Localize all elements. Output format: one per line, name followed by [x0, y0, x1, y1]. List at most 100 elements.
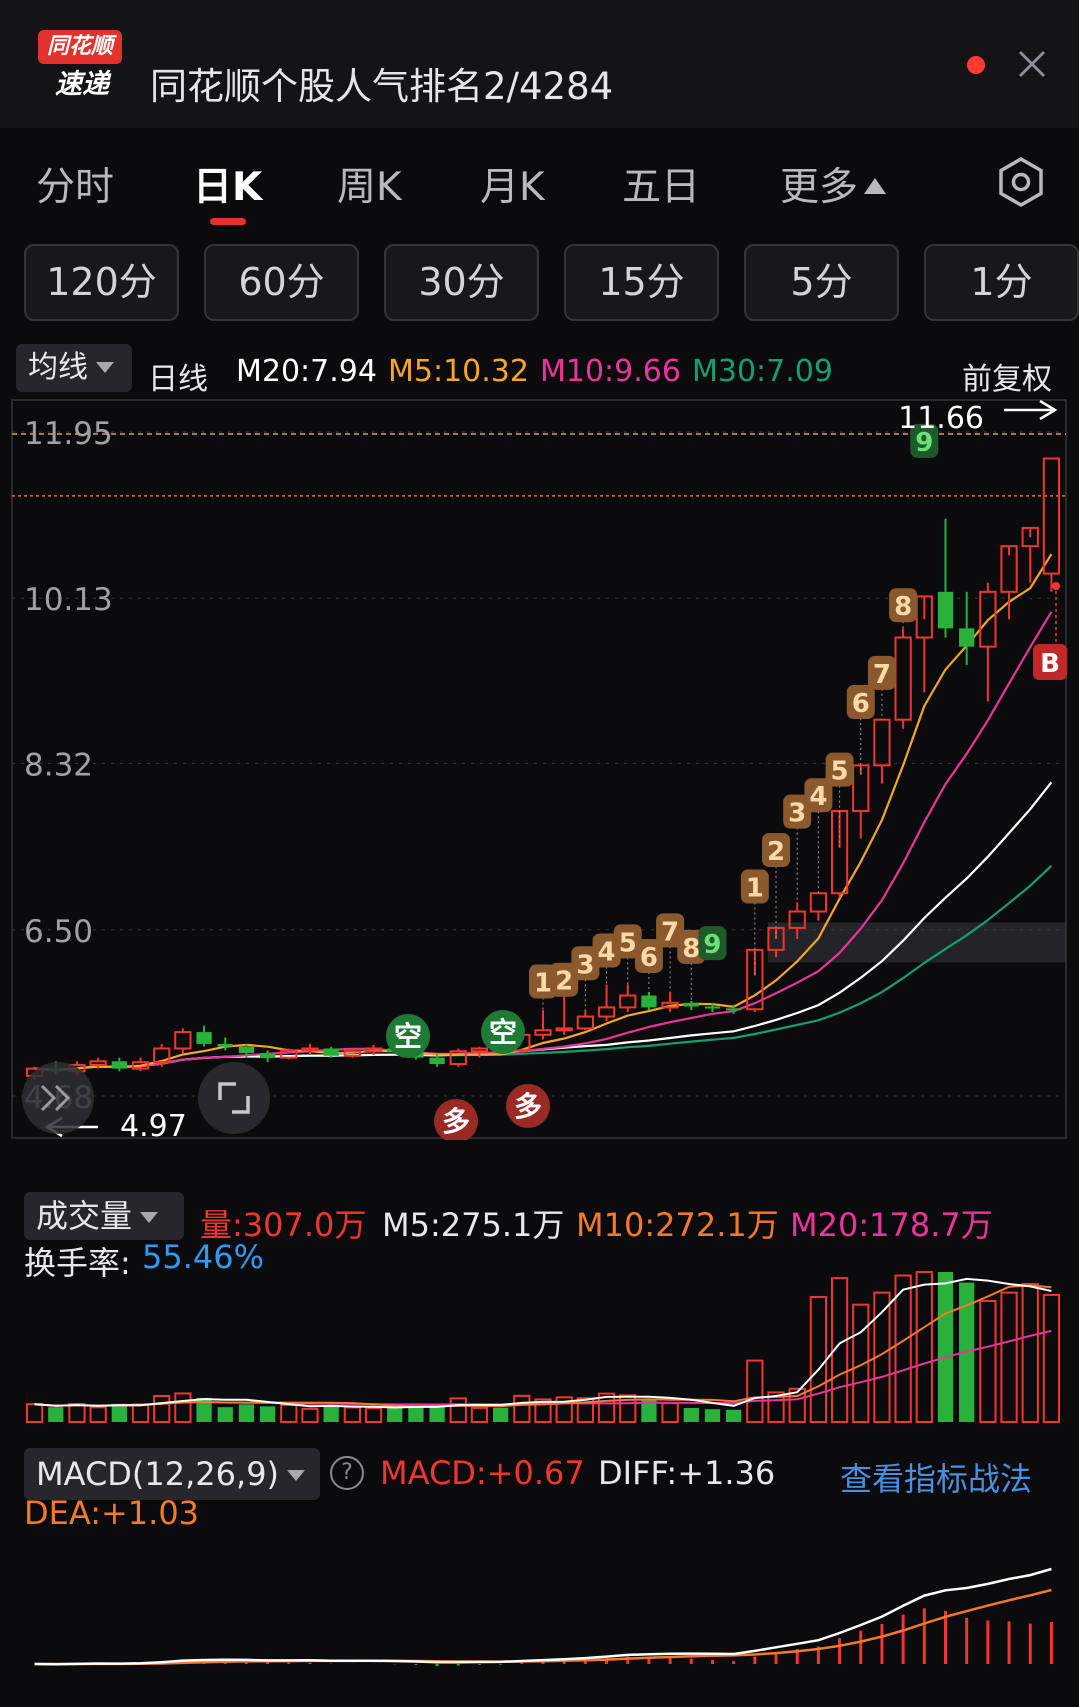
tab-week-k[interactable]: 周K	[337, 156, 402, 212]
td-up-badge-5-text: 6	[640, 943, 658, 973]
minute-60-button[interactable]: 60分	[204, 244, 359, 321]
volume-ma-lines	[34, 1277, 1052, 1409]
volume-bar	[683, 1408, 699, 1422]
active-tab-indicator	[210, 218, 246, 225]
candle	[301, 1047, 319, 1052]
minute-5-button[interactable]: 5分	[744, 244, 899, 321]
tab-month-k[interactable]: 月K	[480, 156, 545, 212]
td-down-badge-0-text: 9	[703, 930, 721, 960]
td-up-badge-10-text: 3	[788, 799, 806, 829]
indicator-strategy-link[interactable]: 查看指标战法	[840, 1454, 1032, 1500]
td-up-badge-15-text: 8	[894, 592, 912, 622]
price-zone-band	[768, 922, 1066, 963]
tab-intraday[interactable]: 分时	[36, 156, 114, 212]
macd-selector[interactable]: MACD(12,26,9)	[24, 1448, 320, 1500]
price-labels: 11.9510.138.326.504.6811.664.972025/04/2…	[22, 399, 1058, 1140]
candle	[619, 994, 637, 1009]
volume-bar	[131, 1403, 150, 1423]
caret-down-icon	[96, 362, 114, 373]
tab-more-label: 更多	[780, 165, 859, 210]
volume-chart	[25, 1271, 1061, 1424]
candle	[809, 892, 828, 913]
dea-value: DEA:+1.03	[24, 1494, 200, 1532]
volume-bar	[661, 1402, 679, 1424]
td-down-badge-0: 9	[698, 926, 727, 961]
minute-1-button[interactable]: 1分	[924, 244, 1079, 321]
volume-bar	[48, 1407, 64, 1422]
volume-m5: M5:275.1万	[382, 1206, 565, 1244]
td-up-badge-9: 2	[762, 833, 791, 868]
volume-ma10-line	[34, 1284, 1052, 1408]
volume-bar	[259, 1406, 276, 1422]
close-icon	[1018, 50, 1046, 78]
short-signal-badge-1-text: 空	[489, 1016, 517, 1049]
arrow-right-icon	[1004, 399, 1058, 421]
price-axis-label-0: 11.95	[24, 416, 113, 452]
help-icon[interactable]: ?	[330, 1456, 364, 1490]
high-price-label: 11.66	[898, 401, 984, 436]
buy-signal-text: B	[1040, 649, 1060, 679]
minute-15-button[interactable]: 15分	[564, 244, 719, 321]
period-tabs: 分时 日K 周K 月K 五日 更多	[0, 128, 1079, 238]
candle	[196, 1032, 212, 1044]
candle	[576, 1015, 594, 1030]
chart-settings-button[interactable]	[995, 156, 1047, 208]
td-up-badge-0-text: 1	[534, 969, 552, 999]
dea-line	[34, 1588, 1052, 1666]
caret-down-icon	[140, 1212, 159, 1223]
notification-dot	[967, 56, 985, 74]
volume-bar	[408, 1406, 424, 1422]
tab-more[interactable]: 更多	[780, 156, 887, 212]
candle	[894, 636, 912, 721]
fullscreen-bg	[198, 1062, 270, 1134]
candle	[111, 1061, 127, 1069]
td-up-badge-3-text: 4	[598, 937, 616, 967]
td-up-badge-15: 8	[889, 588, 918, 623]
volume-selector-label: 成交量	[36, 1197, 133, 1235]
volume-bar	[915, 1271, 933, 1423]
candle	[470, 1047, 489, 1053]
macd-header: MACD(12,26,9) ? MACD:+0.67 DIFF:+1.36 查看…	[0, 1442, 1079, 1534]
macd-selector-label: MACD(12,26,9)	[36, 1455, 280, 1493]
price-axis-label-1: 10.13	[24, 582, 113, 618]
tab-day-k[interactable]: 日K	[193, 156, 262, 212]
minute-120-button[interactable]: 120分	[24, 244, 179, 321]
chart-frame	[11, 399, 1067, 1139]
candle	[597, 1006, 616, 1018]
ma30-value: M30:7.09	[692, 354, 833, 389]
ma-selector[interactable]: 均线	[16, 344, 132, 392]
long-signal-badge-1-text: 多	[514, 1090, 542, 1123]
fullscreen-button[interactable]	[198, 1062, 270, 1134]
td-up-badge-4-text: 5	[619, 928, 637, 958]
volume-bar	[809, 1295, 828, 1423]
td-up-badge-2-text: 3	[576, 950, 594, 980]
volume-bar	[937, 1272, 954, 1422]
volume-selector[interactable]: 成交量	[24, 1192, 184, 1240]
candle	[959, 628, 975, 647]
volume-bar	[364, 1407, 383, 1424]
close-button[interactable]	[1014, 46, 1050, 82]
candle	[555, 1027, 573, 1032]
candlestick-chart[interactable]: 1 23 4 5 6781234567899空 空多 多B 11.9510.138.326.…	[0, 398, 1079, 1140]
quick-nav-button[interactable]	[22, 1062, 94, 1134]
app-header: 同花顺 速递 同花顺个股人气排名2/4284	[0, 0, 1079, 128]
diff-line	[34, 1567, 1052, 1666]
minute-30-button[interactable]: 30分	[384, 244, 539, 321]
td-up-badge-8-text: 1	[746, 874, 764, 904]
candle	[174, 1031, 192, 1050]
volume-bar	[174, 1392, 192, 1424]
short-signal-badge-1: 空	[481, 1010, 525, 1054]
td-up-badge-6-text: 7	[661, 917, 679, 947]
tab-five-day[interactable]: 五日	[622, 156, 700, 212]
volume-bar	[238, 1404, 255, 1422]
ths-logo: 同花顺 速递	[34, 26, 126, 104]
ma5-value: M5:10.32	[388, 354, 529, 389]
price-adjust-toggle[interactable]: 前复权	[962, 354, 1052, 398]
volume-header: 成交量 量:307.0万 M5:275.1万 M10:272.1万 M20:17…	[0, 1188, 1079, 1282]
popularity-rank-title[interactable]: 同花顺个股人气排名2/4284	[150, 56, 613, 110]
logo-line1: 同花顺	[38, 30, 122, 64]
volume-bar	[68, 1403, 86, 1423]
volume-bar	[1042, 1293, 1061, 1423]
volume-bar	[89, 1406, 107, 1423]
candle	[937, 591, 954, 629]
